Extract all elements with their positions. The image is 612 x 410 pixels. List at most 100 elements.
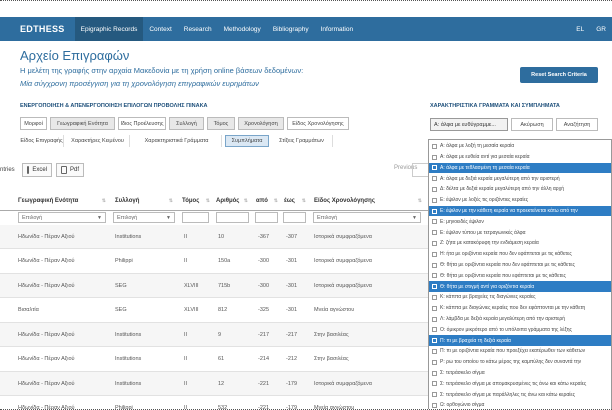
dropdown-option[interactable]: Θ: θήτα με οριζόντια κεραία που δεν εφάπ… xyxy=(429,260,611,271)
toggle-characteristic-letters[interactable]: Χαρακτηριστικά Γράμματα xyxy=(132,135,222,147)
toggle-text-characters[interactable]: Χαρακτήρες Κειμένου xyxy=(66,135,130,147)
dropdown-option[interactable]: Σ: τετράσκελο σίγμα xyxy=(429,368,611,379)
col-collection[interactable]: Συλλογή ⇅ xyxy=(115,191,175,211)
table-row[interactable]: Ηδωνίδα - Πέραν Αξιού Philippi II 150a -300 -… xyxy=(0,250,430,274)
dropdown-option[interactable]: Ω: ορθογώνιο σίγμα xyxy=(429,400,611,409)
filter-from[interactable] xyxy=(255,212,278,223)
dropdown-option[interactable]: Σ: τετράσκελο σίγμα με απομακρυσμένες τι… xyxy=(429,379,611,390)
dropdown-option[interactable]: Π: πι με βραχεία τη δεξιά κεραία xyxy=(429,335,611,346)
dropdown-option[interactable]: Κ: κάππα με διαγώνιες κεραίες που δεν εφ… xyxy=(429,303,611,314)
checkbox-icon[interactable] xyxy=(432,165,437,171)
toggle-inscription-type[interactable]: Είδος Επιγραφής xyxy=(20,135,64,147)
table-row[interactable]: Ηδωνίδα - Πέραν Αξιού Institutions II 9 -217… xyxy=(0,323,430,347)
dropdown-option[interactable]: Ρ: ρω του οποίου το κάτω μέρος της καμπύ… xyxy=(429,357,611,368)
checkbox-icon[interactable] xyxy=(432,392,437,398)
dropdown-option[interactable]: Ε: έψιλον με λοξές τις οριζόντιες κεραίε… xyxy=(429,195,611,206)
col-number[interactable]: Αριθμός ⇅ xyxy=(216,191,250,211)
checkbox-icon[interactable] xyxy=(432,273,437,279)
table-row[interactable]: Βισαλτία SEG XLVIII 812 -325 -301 Μνεία αγνώστ… xyxy=(0,299,430,323)
checkbox-icon[interactable] xyxy=(432,370,437,376)
dropdown-option[interactable]: Ε: έψιλον τύπου με τετραγωνικές άλφα xyxy=(429,227,611,238)
col-from[interactable]: από ⇅ xyxy=(256,191,280,211)
filter-geographic-unit[interactable]: Επιλογή ▼ xyxy=(18,212,106,223)
checkbox-icon[interactable] xyxy=(432,219,437,225)
search-button[interactable]: Αναζήτηση xyxy=(556,118,598,131)
checkbox-icon[interactable] xyxy=(432,381,437,387)
col-volume[interactable]: Τόμος ⇅ xyxy=(182,191,212,211)
dropdown-option[interactable]: Λ: λάμβδα με δεξιά κεραία μεγαλύτερη από… xyxy=(429,314,611,325)
checkbox-icon[interactable] xyxy=(432,197,437,203)
dropdown-option[interactable]: Θ: θήτα με οριζόντια κεραία που εφάπτετα… xyxy=(429,271,611,282)
checkbox-icon[interactable] xyxy=(432,284,437,290)
table-row[interactable]: Ηδωνίδα - Πέραν Αξιού SEG XLVIII 715b -300 -3… xyxy=(0,274,430,298)
toggle-origin[interactable]: Ιδιος Προέλευσης xyxy=(118,117,166,130)
toggle-ligatures[interactable]: Συμπλήματα xyxy=(225,135,269,147)
cancel-button[interactable]: Ακύρωση xyxy=(511,118,553,131)
dropdown-option[interactable]: Α: άλφα με ευθεία αντί για μεσαία κεραία xyxy=(429,152,611,163)
nav-bibliography[interactable]: Bibliography xyxy=(267,17,315,41)
dropdown-option[interactable]: Ε: έψιλον με την κάθετη κεραία να προεκτ… xyxy=(429,205,611,217)
dropdown-option[interactable]: Ε: μηνοειδές έψιλον xyxy=(429,217,611,228)
toggle-geographic-unit[interactable]: Γεωγραφική Ενότητα xyxy=(50,117,115,130)
lang-gr[interactable]: GR xyxy=(590,17,612,41)
filter-to[interactable] xyxy=(283,212,306,223)
filter-dating-type[interactable]: Επιλογή ▼ xyxy=(313,212,421,223)
checkbox-icon[interactable] xyxy=(432,208,437,214)
letters-select[interactable]: Α: άλφα με ευθύγραμμε... xyxy=(430,118,508,131)
option-label: Δ: δέλτα με δεξιά κεραία μεγαλύτερη από … xyxy=(440,186,564,193)
checkbox-icon[interactable] xyxy=(432,262,437,268)
nav-epigraphic-records[interactable]: Epigraphic Records xyxy=(74,17,144,41)
toggle-dating[interactable]: Χρονολόγηση xyxy=(238,117,284,130)
dropdown-option[interactable]: Α: άλφα με τεθλασμένη τη μεσαία κεραία xyxy=(429,162,611,174)
col-to[interactable]: έως ⇅ xyxy=(284,191,308,211)
dropdown-option[interactable]: Κ: κάππα με βραχείες τις διαγώνιες κεραί… xyxy=(429,292,611,303)
nav-methodology[interactable]: Methodology xyxy=(218,17,267,41)
checkbox-icon[interactable] xyxy=(432,338,437,344)
checkbox-icon[interactable] xyxy=(432,143,437,149)
dropdown-option[interactable]: Α: άλφα με λοξή τη μεσαία κεραία xyxy=(429,141,611,152)
checkbox-icon[interactable] xyxy=(432,294,437,300)
checkbox-icon[interactable] xyxy=(432,327,437,333)
nav-information[interactable]: Information xyxy=(315,17,360,41)
export-pdf-button[interactable]: Pdf xyxy=(56,163,84,177)
checkbox-icon[interactable] xyxy=(432,240,437,246)
checkbox-icon[interactable] xyxy=(432,186,437,192)
checkbox-icon[interactable] xyxy=(432,251,437,257)
checkbox-icon[interactable] xyxy=(432,230,437,236)
checkbox-icon[interactable] xyxy=(432,316,437,322)
checkbox-icon[interactable] xyxy=(432,348,437,354)
toggle-letter-punctuation[interactable]: Στίξεις Γραμμάτων xyxy=(271,135,333,147)
filter-volume[interactable] xyxy=(182,212,209,223)
dropdown-option[interactable]: Π: πι με οριζόντια κεραία που προεξέχει … xyxy=(429,346,611,357)
filter-number[interactable] xyxy=(216,212,249,223)
table-row[interactable]: Ηδωνίδα - Πέραν Αξιού Institutions II 12 -22… xyxy=(0,372,430,396)
dropdown-option[interactable]: Α: άλφα με δεξιά κεραία μεγαλύτερη από τ… xyxy=(429,173,611,184)
toggle-dating-type[interactable]: Είδος Χρονολόγησης xyxy=(287,117,349,130)
nav-research[interactable]: Research xyxy=(178,17,218,41)
nav-context[interactable]: Context xyxy=(143,17,177,41)
checkbox-icon[interactable] xyxy=(432,154,437,160)
reset-search-button[interactable]: Reset Search Criteria xyxy=(520,67,598,83)
dropdown-option[interactable]: Ζ: ζήτα με κατακόρυφη την ενδιάμεση κερα… xyxy=(429,238,611,249)
toggle-collection[interactable]: Συλλογή xyxy=(169,117,204,130)
col-dating-type[interactable]: Είδος Χρονολόγησης ⇅ xyxy=(314,191,424,211)
col-geographic-unit[interactable]: Γεωγραφική Ενότητα ⇅ xyxy=(18,191,108,211)
table-row[interactable]: Ηδωνίδα - Πέραν Αξιού Philippi II 532 -221 -1… xyxy=(0,397,430,409)
checkbox-icon[interactable] xyxy=(432,305,437,311)
table-row[interactable]: Ηδωνίδα - Πέραν Αξιού Institutions II 61 -21… xyxy=(0,348,430,372)
dropdown-option[interactable]: Σ: τετράσκελο σίγμα με παράλληλες τις άν… xyxy=(429,389,611,400)
table-row[interactable]: Ηδωνίδα - Πέραν Αξιού Institutions II 10 -36… xyxy=(0,225,430,249)
dropdown-option[interactable]: Θ: θήτα με στιγμή αντί για οριζόντια κερ… xyxy=(429,281,611,292)
checkbox-icon[interactable] xyxy=(432,176,437,182)
brand-logo[interactable]: EDTHESS xyxy=(0,24,75,34)
toggle-morfoi[interactable]: Μορφοί xyxy=(20,117,47,130)
dropdown-option[interactable]: Ο: όμικρον μικρότερο από το υπόλοιπα γρά… xyxy=(429,325,611,336)
dropdown-option[interactable]: Η: ήτα με οριζόντια κεραία που δεν εφάπτ… xyxy=(429,249,611,260)
export-excel-button[interactable]: Excel xyxy=(22,163,52,177)
checkbox-icon[interactable] xyxy=(432,402,437,408)
toggle-volume[interactable]: Τόμος xyxy=(207,117,235,130)
lang-en[interactable]: EL xyxy=(570,17,590,41)
checkbox-icon[interactable] xyxy=(432,359,437,365)
filter-collection[interactable]: Επιλογή ▼ xyxy=(113,212,175,223)
dropdown-option[interactable]: Δ: δέλτα με δεξιά κεραία μεγαλύτερη από … xyxy=(429,184,611,195)
